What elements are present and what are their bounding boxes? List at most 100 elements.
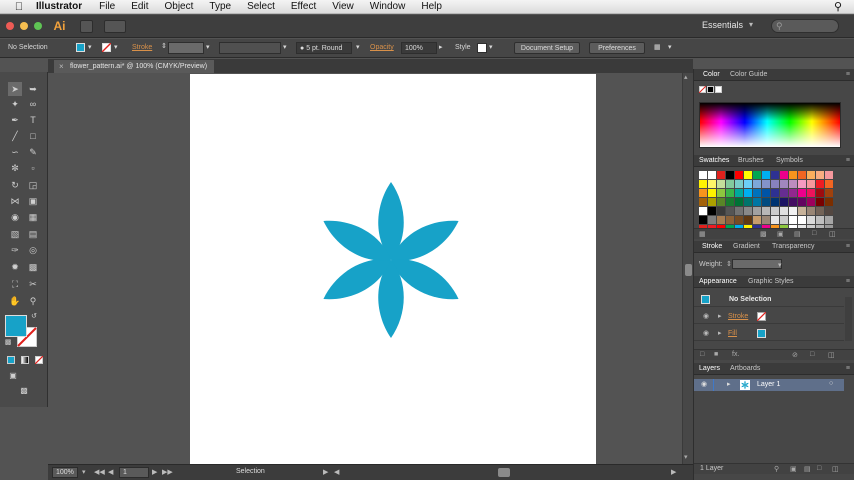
last-artboard-icon[interactable]: ▶▶ — [162, 468, 173, 476]
none-color-swatch[interactable] — [699, 86, 706, 93]
color-swatch[interactable] — [717, 189, 725, 197]
scale-tool-icon[interactable]: ◲ — [26, 178, 40, 192]
bridge-button[interactable] — [80, 20, 93, 33]
appearance-scrollbar[interactable] — [845, 297, 852, 341]
blob-brush-tool-icon[interactable]: ✼ — [8, 161, 22, 175]
add-fill-icon[interactable]: ■ — [714, 351, 718, 358]
color-swatch[interactable] — [726, 189, 734, 197]
panel-menu-icon[interactable]: ≡ — [846, 278, 850, 285]
opacity-label[interactable]: Opacity — [370, 44, 394, 51]
default-colors-icon[interactable]: ▩ — [3, 338, 13, 348]
rotate-tool-icon[interactable]: ↻ — [8, 178, 22, 192]
menu-app[interactable]: Illustrator — [30, 1, 91, 12]
fill-color-box[interactable] — [5, 315, 27, 337]
color-swatch[interactable] — [789, 207, 797, 215]
drawing-mode-icon[interactable]: ▣ — [7, 370, 19, 382]
appearance-stroke-row[interactable]: ◉ ▸ Stroke — [694, 310, 844, 324]
color-swatch[interactable] — [726, 216, 734, 224]
layer-row[interactable]: ◉ ▸ Layer 1 ○ — [694, 379, 844, 391]
color-swatch[interactable] — [762, 189, 770, 197]
stroke-swatch[interactable] — [102, 43, 111, 52]
artboard-number-field[interactable]: 1 — [119, 467, 149, 478]
color-swatch[interactable] — [753, 198, 761, 206]
canvas-area[interactable] — [48, 73, 682, 467]
color-swatch[interactable] — [771, 189, 779, 197]
stroke-none-swatch[interactable] — [757, 312, 766, 321]
chevron-down-icon[interactable]: ▾ — [749, 20, 753, 29]
color-swatch[interactable] — [717, 171, 725, 179]
color-swatch[interactable] — [807, 198, 815, 206]
duplicate-item-icon[interactable]: □ — [810, 351, 814, 358]
panel-menu-icon[interactable]: ≡ — [846, 157, 850, 164]
color-swatch[interactable] — [726, 171, 734, 179]
chevron-right-icon[interactable]: ▸ — [727, 380, 731, 388]
selection-tool-icon[interactable]: ➤ — [8, 82, 22, 96]
color-swatch[interactable] — [798, 207, 806, 215]
color-swatch[interactable] — [753, 171, 761, 179]
chevron-down-icon[interactable]: ▾ — [88, 43, 92, 51]
color-swatch[interactable] — [708, 189, 716, 197]
color-swatch[interactable] — [780, 180, 788, 188]
eye-icon[interactable]: ◉ — [701, 380, 707, 388]
artboard[interactable] — [190, 74, 596, 467]
menu-view[interactable]: View — [324, 1, 362, 12]
slice-tool-icon[interactable]: ✂ — [26, 277, 40, 291]
color-swatch[interactable] — [762, 180, 770, 188]
color-swatch[interactable] — [735, 171, 743, 179]
eyedropper-tool-icon[interactable]: ✑ — [8, 243, 22, 257]
color-swatch[interactable] — [780, 198, 788, 206]
new-layer-icon[interactable]: □ — [817, 465, 821, 472]
color-swatch[interactable] — [744, 171, 752, 179]
color-swatch[interactable] — [816, 180, 824, 188]
arrange-documents-button[interactable] — [104, 20, 126, 33]
appearance-fill-row[interactable]: ◉ ▸ Fill — [694, 327, 844, 341]
perspective-grid-tool-icon[interactable]: ▦ — [26, 210, 40, 224]
color-swatch[interactable] — [708, 216, 716, 224]
panel-menu-icon[interactable]: ≡ — [846, 243, 850, 250]
eraser-tool-icon[interactable]: ▫ — [26, 161, 40, 175]
scroll-right-icon[interactable]: ▶ — [671, 468, 676, 476]
minimize-window-button[interactable] — [20, 22, 28, 30]
tab-appearance[interactable]: Appearance — [699, 278, 737, 285]
tab-symbols[interactable]: Symbols — [776, 157, 803, 164]
color-mode-button[interactable] — [7, 356, 15, 364]
color-swatch[interactable] — [798, 180, 806, 188]
preferences-button[interactable]: Preferences — [589, 42, 645, 54]
vertical-scrollbar[interactable]: ▴ ▾ — [682, 73, 693, 464]
symbol-sprayer-tool-icon[interactable]: ✹ — [8, 260, 22, 274]
close-icon[interactable]: × — [59, 60, 64, 73]
stroke-weight-field[interactable] — [732, 259, 782, 269]
gradient-mode-button[interactable] — [21, 356, 29, 364]
color-swatch[interactable] — [762, 198, 770, 206]
color-swatch[interactable] — [753, 189, 761, 197]
first-artboard-icon[interactable]: ◀◀ — [94, 468, 105, 476]
menu-window[interactable]: Window — [362, 1, 414, 12]
color-swatch[interactable] — [825, 198, 833, 206]
chevron-down-icon[interactable]: ▾ — [283, 43, 287, 51]
white-swatch[interactable] — [715, 86, 722, 93]
tab-brushes[interactable]: Brushes — [738, 157, 764, 164]
color-swatch[interactable] — [762, 171, 770, 179]
color-swatch[interactable] — [780, 207, 788, 215]
new-swatch-icon[interactable]: □ — [812, 230, 816, 237]
color-swatch[interactable] — [825, 207, 833, 215]
color-swatch[interactable] — [789, 189, 797, 197]
show-swatch-kinds-icon[interactable]: ▩ — [760, 230, 767, 238]
stepper-icon[interactable]: ⇕ — [726, 260, 732, 268]
paintbrush-tool-icon[interactable]: ∽ — [8, 145, 22, 159]
color-swatch[interactable] — [708, 180, 716, 188]
menu-help[interactable]: Help — [413, 1, 450, 12]
menu-select[interactable]: Select — [239, 1, 283, 12]
layer-target-icon[interactable]: ○ — [829, 380, 833, 387]
tab-artboards[interactable]: Artboards — [730, 365, 760, 372]
color-swatch[interactable] — [816, 189, 824, 197]
free-transform-tool-icon[interactable]: ▣ — [26, 194, 40, 208]
color-swatch[interactable] — [735, 207, 743, 215]
column-graph-tool-icon[interactable]: ▩ — [26, 260, 40, 274]
color-swatch[interactable] — [825, 171, 833, 179]
color-swatch[interactable] — [807, 216, 815, 224]
horizontal-scrollbar-thumb[interactable] — [498, 468, 510, 477]
document-tab[interactable]: × flower_pattern.ai* @ 100% (CMYK/Previe… — [54, 60, 214, 73]
stepper-icon[interactable]: ⇕ — [161, 42, 167, 50]
color-swatch[interactable] — [699, 207, 707, 215]
